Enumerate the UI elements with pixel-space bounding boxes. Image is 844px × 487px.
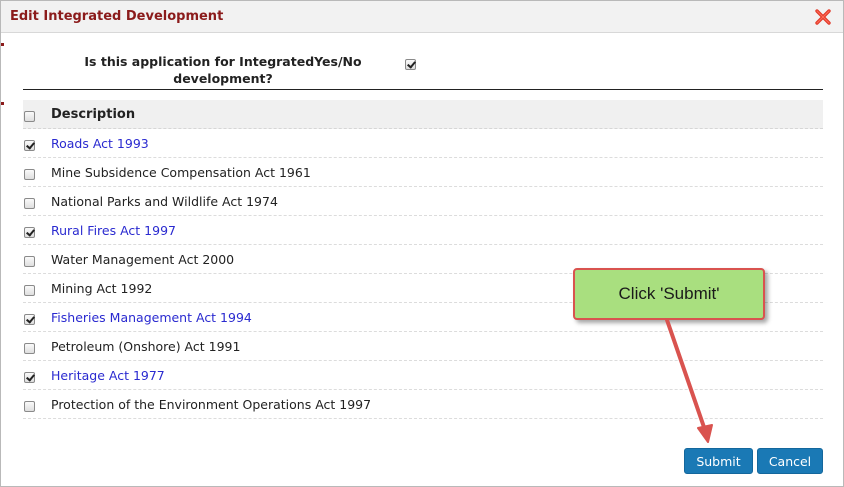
table-row: Rural Fires Act 1997: [23, 216, 823, 245]
integrated-question-row: Is this application for IntegratedYes/No…: [23, 53, 823, 89]
table-row: Protection of the Environment Operations…: [23, 390, 823, 419]
table-row: Mine Subsidence Compensation Act 1961: [23, 158, 823, 187]
row-checkbox[interactable]: [24, 140, 35, 151]
submit-button[interactable]: Submit: [684, 448, 753, 474]
row-checkbox[interactable]: [24, 169, 35, 180]
row-checkbox[interactable]: [24, 285, 35, 296]
dialog-titlebar: Edit Integrated Development: [1, 1, 843, 33]
act-name: Petroleum (Onshore) Act 1991: [51, 339, 241, 354]
click-submit-callout: Click 'Submit': [573, 268, 765, 320]
row-checkbox[interactable]: [24, 314, 35, 325]
row-checkbox[interactable]: [24, 343, 35, 354]
close-x-icon[interactable]: [814, 8, 832, 26]
act-name[interactable]: Rural Fires Act 1997: [51, 223, 176, 238]
row-checkbox[interactable]: [24, 256, 35, 267]
table-row: Petroleum (Onshore) Act 1991: [23, 332, 823, 361]
row-checkbox[interactable]: [24, 198, 35, 209]
row-checkbox[interactable]: [24, 227, 35, 238]
act-name[interactable]: Roads Act 1993: [51, 136, 149, 151]
table-row: Roads Act 1993: [23, 129, 823, 158]
row-checkbox[interactable]: [24, 372, 35, 383]
background-edge-fragment: [1, 43, 4, 46]
act-name[interactable]: Fisheries Management Act 1994: [51, 310, 252, 325]
integrated-yes-no-checkbox[interactable]: [405, 59, 416, 70]
acts-table: Description Roads Act 1993 Mine Subsidenc…: [23, 100, 823, 419]
table-row: Heritage Act 1977: [23, 361, 823, 390]
select-all-checkbox[interactable]: [24, 111, 35, 122]
row-checkbox[interactable]: [24, 401, 35, 412]
table-row: National Parks and Wildlife Act 1974: [23, 187, 823, 216]
description-column-header: Description: [51, 107, 136, 122]
act-name[interactable]: Heritage Act 1977: [51, 368, 165, 383]
dialog-title: Edit Integrated Development: [10, 9, 224, 24]
act-name: Protection of the Environment Operations…: [51, 397, 372, 412]
act-name: Mining Act 1992: [51, 281, 153, 296]
cancel-button[interactable]: Cancel: [757, 448, 823, 474]
edit-integrated-development-dialog: Edit Integrated Development Is this appl…: [0, 0, 844, 487]
table-header-row: Description: [23, 100, 823, 129]
act-name: Mine Subsidence Compensation Act 1961: [51, 165, 311, 180]
question-divider: [23, 89, 823, 90]
integrated-question-label: Is this application for IntegratedYes/No…: [84, 54, 362, 86]
act-name: National Parks and Wildlife Act 1974: [51, 194, 278, 209]
act-name: Water Management Act 2000: [51, 252, 235, 267]
background-edge-fragment: [1, 102, 4, 105]
